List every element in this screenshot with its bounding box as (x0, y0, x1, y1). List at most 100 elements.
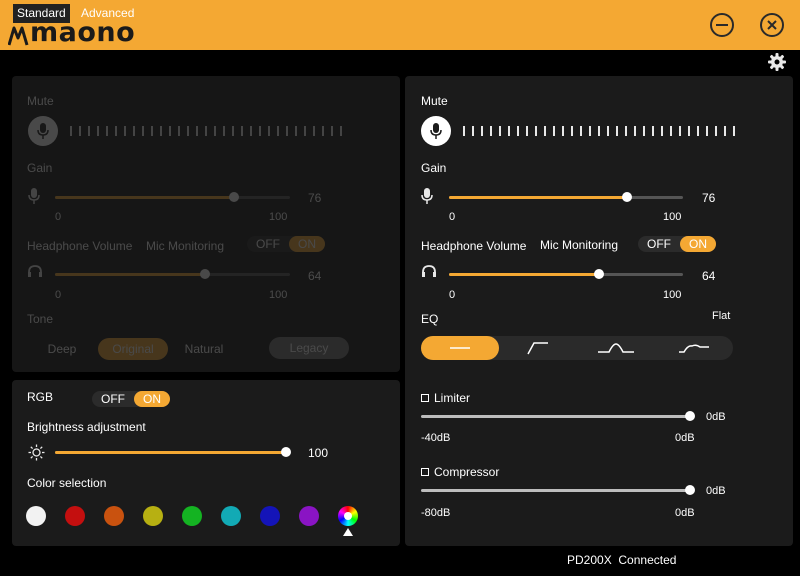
tone-legacy[interactable]: Legacy (269, 337, 349, 359)
meter-tick (499, 126, 501, 136)
headphone-slider-fill (449, 273, 599, 276)
gain-min: 0 (449, 211, 456, 223)
meter-tick (268, 126, 270, 136)
meter-tick (598, 126, 600, 136)
gain-label: Gain (421, 161, 447, 175)
color-swatch[interactable] (65, 506, 85, 526)
toggle-off[interactable]: OFF (638, 236, 680, 252)
meter-tick (295, 126, 297, 136)
color-swatch[interactable] (26, 506, 46, 526)
compressor-slider[interactable] (421, 485, 695, 495)
meter-tick (277, 126, 279, 136)
headphone-slider-knob[interactable] (200, 269, 211, 279)
meter-tick (562, 126, 564, 136)
limiter-slider-knob[interactable] (685, 411, 695, 421)
meter-tick (679, 126, 681, 136)
meter-tick (634, 126, 636, 136)
meter-tick (223, 126, 225, 136)
tab-standard[interactable]: Standard (13, 4, 70, 23)
gain-slider[interactable] (55, 192, 290, 202)
gain-slider-knob[interactable] (228, 192, 239, 202)
settings-gear-icon[interactable] (767, 52, 787, 72)
eq-preset-selector (421, 336, 733, 360)
headphone-slider[interactable] (449, 269, 683, 279)
mic-monitoring-toggle[interactable]: OFF ON (247, 236, 325, 252)
headphone-min: 0 (55, 289, 62, 301)
microphone-icon (37, 123, 49, 139)
meter-tick (625, 126, 627, 136)
device-status: PD200X Connected (567, 553, 676, 567)
rgb-off[interactable]: OFF (92, 391, 134, 407)
toggle-on[interactable]: ON (680, 236, 716, 252)
mute-level-meter (70, 126, 349, 136)
gain-slider-fill (449, 196, 627, 199)
toggle-off[interactable]: OFF (247, 236, 289, 252)
minimize-button[interactable] (710, 13, 734, 37)
meter-tick (652, 126, 654, 136)
color-swatch[interactable] (182, 506, 202, 526)
rgb-label: RGB (27, 390, 54, 404)
eq-flat-button[interactable] (421, 336, 499, 360)
rgb-on[interactable]: ON (134, 391, 170, 407)
color-swatch[interactable] (104, 506, 124, 526)
meter-tick (508, 126, 510, 136)
mic-monitoring-label: Mic Monitoring (146, 239, 225, 253)
gain-slider-knob[interactable] (621, 192, 632, 202)
meter-tick (250, 126, 252, 136)
meter-tick (232, 126, 234, 136)
toggle-on[interactable]: ON (289, 236, 325, 252)
meter-tick (688, 126, 690, 136)
mute-mic-button[interactable] (421, 116, 451, 146)
headphone-min: 0 (449, 289, 456, 301)
mute-mic-button[interactable] (28, 116, 58, 146)
color-swatch-rainbow[interactable] (338, 506, 358, 526)
tab-advanced[interactable]: Advanced (77, 4, 139, 23)
brightness-value: 100 (308, 446, 329, 460)
tone-natural[interactable]: Natural (176, 338, 232, 360)
compressor-slider-knob[interactable] (685, 485, 695, 495)
color-swatch[interactable] (299, 506, 319, 526)
meter-tick (580, 126, 582, 136)
meter-tick (715, 126, 717, 136)
gain-slider[interactable] (449, 192, 683, 202)
meter-tick (535, 126, 537, 136)
headphone-slider-fill (55, 273, 206, 276)
mid-boost-icon (598, 343, 634, 353)
tone-original[interactable]: Original (98, 338, 168, 360)
headphone-slider-knob[interactable] (593, 269, 604, 279)
headphone-slider[interactable] (55, 269, 290, 279)
brightness-slider-knob[interactable] (281, 447, 291, 457)
meter-tick (490, 126, 492, 136)
color-swatch[interactable] (221, 506, 241, 526)
flat-icon (450, 347, 470, 349)
color-swatch[interactable] (260, 506, 280, 526)
mute-label: Mute (27, 94, 54, 108)
meter-tick (643, 126, 645, 136)
limiter-checkbox[interactable] (421, 394, 429, 402)
headphone-icon (422, 265, 436, 277)
mic-monitoring-toggle[interactable]: OFF ON (638, 236, 716, 252)
close-button[interactable] (760, 13, 784, 37)
presence-icon (679, 344, 709, 353)
meter-tick (670, 126, 672, 136)
meter-tick (697, 126, 699, 136)
meter-tick (331, 126, 333, 136)
meter-tick (205, 126, 207, 136)
headphone-value: 64 (308, 269, 322, 283)
meter-tick (463, 126, 465, 136)
eq-mid-boost-button[interactable] (577, 336, 655, 360)
brightness-slider[interactable] (55, 447, 291, 457)
limiter-slider[interactable] (421, 411, 695, 421)
eq-low-cut-button[interactable] (499, 336, 577, 360)
eq-presence-button[interactable] (655, 336, 733, 360)
compressor-checkbox[interactable] (421, 468, 429, 476)
tone-deep[interactable]: Deep (38, 338, 86, 360)
meter-tick (70, 126, 72, 136)
color-swatch[interactable] (143, 506, 163, 526)
headphone-value: 64 (702, 269, 716, 283)
meter-tick (187, 126, 189, 136)
microphone-small-icon (28, 188, 40, 204)
mute-label: Mute (421, 94, 448, 108)
rgb-toggle[interactable]: OFF ON (92, 391, 170, 407)
standard-controls-panel: Mute Gain 76 0 100 Headphone Volume Mic … (12, 76, 400, 372)
